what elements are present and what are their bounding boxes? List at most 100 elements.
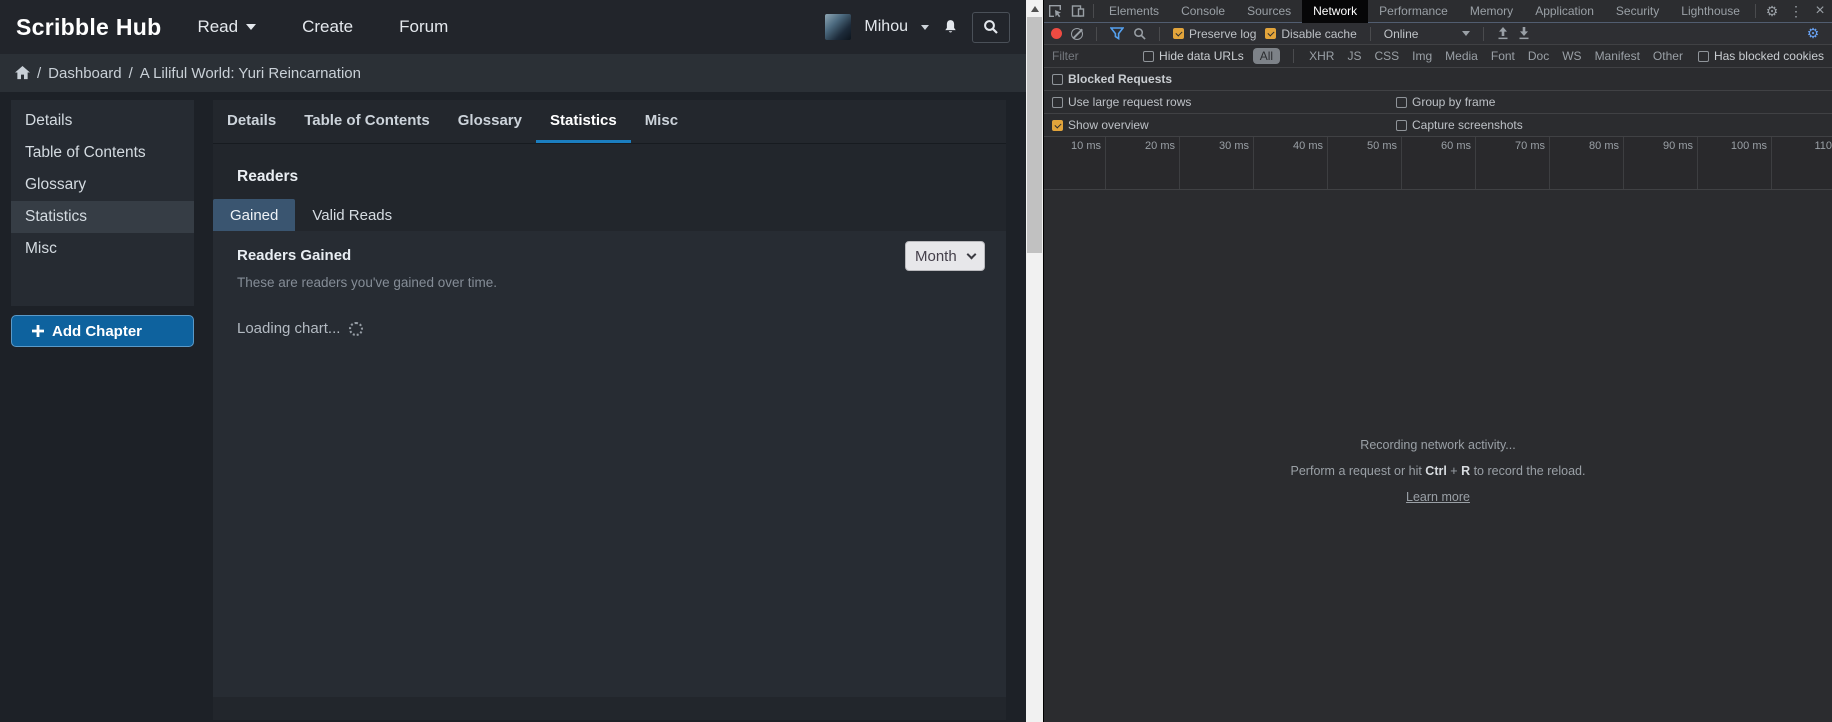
nav-item-forum[interactable]: Forum: [399, 17, 448, 37]
filter-type-media[interactable]: Media: [1443, 49, 1480, 63]
hide-data-urls-checkbox[interactable]: Hide data URLs: [1143, 49, 1244, 63]
import-har-icon[interactable]: [1497, 27, 1509, 40]
recording-line: Recording network activity...: [1044, 432, 1832, 458]
sidebar-item-glossary[interactable]: Glossary: [11, 169, 194, 201]
sidebar-item-misc[interactable]: Misc: [11, 233, 194, 265]
devtools-tab-security[interactable]: Security: [1605, 0, 1670, 23]
empty-state-message: Recording network activity... Perform a …: [1044, 432, 1832, 510]
chevron-down-icon: [967, 249, 977, 259]
user-menu-caret-icon[interactable]: [921, 25, 929, 30]
sidebar-item-toc[interactable]: Table of Contents: [11, 137, 194, 169]
group-by-frame-checkbox[interactable]: Group by frame: [1396, 95, 1495, 109]
search-icon: [983, 19, 999, 35]
home-icon[interactable]: [15, 66, 30, 80]
devtools-settings-gear-icon[interactable]: ⚙: [1760, 0, 1784, 23]
subtab-valid-reads[interactable]: Valid Reads: [295, 199, 409, 231]
search-icon[interactable]: [1133, 27, 1146, 40]
show-overview-checkbox[interactable]: Show overview: [1052, 118, 1149, 132]
readers-gained-title: Readers Gained: [237, 241, 351, 264]
timeline-tick: 50 ms: [1328, 137, 1402, 189]
readers-gained-description: These are readers you've gained over tim…: [213, 271, 1006, 290]
avatar[interactable]: [825, 14, 851, 40]
capture-screenshots-checkbox[interactable]: Capture screenshots: [1396, 118, 1523, 132]
devtools-tab-memory[interactable]: Memory: [1459, 0, 1524, 23]
devtools-kebab-menu-icon[interactable]: ⋮: [1784, 0, 1808, 23]
network-toolbar: Preserve log Disable cache Online: [1044, 23, 1832, 45]
filter-type-font[interactable]: Font: [1489, 49, 1517, 63]
add-chapter-button[interactable]: Add Chapter: [11, 315, 194, 347]
nav-item-read[interactable]: Read: [197, 17, 256, 37]
sidebar-item-statistics[interactable]: Statistics: [11, 201, 194, 233]
export-har-icon[interactable]: [1518, 27, 1530, 40]
filter-type-css[interactable]: CSS: [1372, 49, 1401, 63]
inspect-element-icon[interactable]: [1044, 0, 1067, 23]
filter-type-img[interactable]: Img: [1410, 49, 1434, 63]
search-button[interactable]: [972, 12, 1010, 43]
devtools-tab-performance[interactable]: Performance: [1368, 0, 1459, 23]
breadcrumb-current: A Liliful World: Yuri Reincarnation: [140, 65, 361, 82]
devtools-close-icon[interactable]: ×: [1808, 0, 1832, 23]
filter-type-doc[interactable]: Doc: [1526, 49, 1551, 63]
learn-more-link[interactable]: Learn more: [1406, 490, 1470, 504]
notifications-bell-icon[interactable]: [942, 18, 959, 36]
network-requests-area: Recording network activity... Perform a …: [1044, 190, 1832, 721]
readers-subtabs: Gained Valid Reads: [213, 199, 1006, 231]
devtools-tab-console[interactable]: Console: [1170, 0, 1236, 23]
screen: Scribble Hub Read Create Forum Mihou: [0, 0, 1832, 722]
tab-misc[interactable]: Misc: [631, 100, 692, 143]
filter-type-js[interactable]: JS: [1345, 49, 1363, 63]
filter-type-ws[interactable]: WS: [1560, 49, 1583, 63]
devtools-tab-elements[interactable]: Elements: [1098, 0, 1170, 23]
throttling-select[interactable]: Online: [1384, 27, 1470, 41]
site-header: Scribble Hub Read Create Forum Mihou: [0, 0, 1026, 54]
tab-details[interactable]: Details: [213, 100, 290, 143]
has-blocked-cookies-checkbox[interactable]: Has blocked cookies: [1698, 49, 1824, 63]
devtools-tab-lighthouse[interactable]: Lighthouse: [1670, 0, 1751, 23]
clear-icon[interactable]: [1071, 28, 1083, 40]
tab-glossary[interactable]: Glossary: [444, 100, 536, 143]
use-large-request-rows-checkbox[interactable]: Use large request rows: [1052, 95, 1191, 109]
chevron-down-icon: [246, 24, 256, 30]
tab-toc[interactable]: Table of Contents: [290, 100, 444, 143]
scrollbar-up-arrow[interactable]: [1026, 0, 1043, 17]
devtools-tabbar: Elements Console Sources Network Perform…: [1044, 0, 1832, 23]
timeline-tick: 40 ms: [1254, 137, 1328, 189]
subtab-gained[interactable]: Gained: [213, 199, 295, 231]
disable-cache-checkbox[interactable]: Disable cache: [1265, 27, 1356, 41]
readers-gained-card: Readers Gained Month These are readers y…: [213, 231, 1006, 697]
timeline-tick: 80 ms: [1550, 137, 1624, 189]
filter-type-xhr[interactable]: XHR: [1307, 49, 1336, 63]
devtools-tab-sources[interactable]: Sources: [1236, 0, 1302, 23]
sidebar-item-details[interactable]: Details: [11, 105, 194, 137]
blocked-requests-checkbox[interactable]: Blocked Requests: [1052, 72, 1172, 86]
device-toolbar-icon[interactable]: [1067, 0, 1090, 23]
devtools-tab-network[interactable]: Network: [1302, 0, 1368, 23]
network-settings-gear-icon[interactable]: ⚙: [1801, 22, 1825, 45]
story-sidebar: Details Table of Contents Glossary Stati…: [11, 100, 194, 306]
timeline-tick: 30 ms: [1180, 137, 1254, 189]
record-button[interactable]: [1051, 28, 1062, 39]
readers-section-title: Readers: [237, 168, 1006, 186]
tab-statistics[interactable]: Statistics: [536, 100, 631, 143]
network-filter-row: Filter Hide data URLs All XHR JS CSS Img…: [1044, 45, 1832, 68]
plus-icon: [32, 325, 44, 337]
period-select[interactable]: Month: [905, 241, 985, 271]
page-scrollbar[interactable]: [1026, 0, 1043, 722]
preserve-log-checkbox[interactable]: Preserve log: [1173, 27, 1256, 41]
nav-item-create[interactable]: Create: [302, 17, 353, 37]
breadcrumb-dashboard[interactable]: Dashboard: [48, 65, 121, 82]
filter-funnel-icon[interactable]: [1110, 27, 1124, 40]
filter-input[interactable]: Filter: [1052, 49, 1134, 63]
loading-spinner-icon: [349, 322, 363, 336]
site-logo[interactable]: Scribble Hub: [16, 14, 161, 41]
timeline-tick: 60 ms: [1402, 137, 1476, 189]
breadcrumb-separator: /: [129, 65, 133, 82]
devtools-tab-application[interactable]: Application: [1524, 0, 1605, 23]
rows-options-row: Use large request rows Group by frame: [1044, 91, 1832, 114]
username[interactable]: Mihou: [864, 18, 908, 36]
filter-type-manifest[interactable]: Manifest: [1593, 49, 1642, 63]
scrollbar-thumb[interactable]: [1027, 17, 1042, 253]
filter-type-other[interactable]: Other: [1651, 49, 1685, 63]
filter-type-all[interactable]: All: [1253, 48, 1280, 64]
timeline-tick: 70 ms: [1476, 137, 1550, 189]
